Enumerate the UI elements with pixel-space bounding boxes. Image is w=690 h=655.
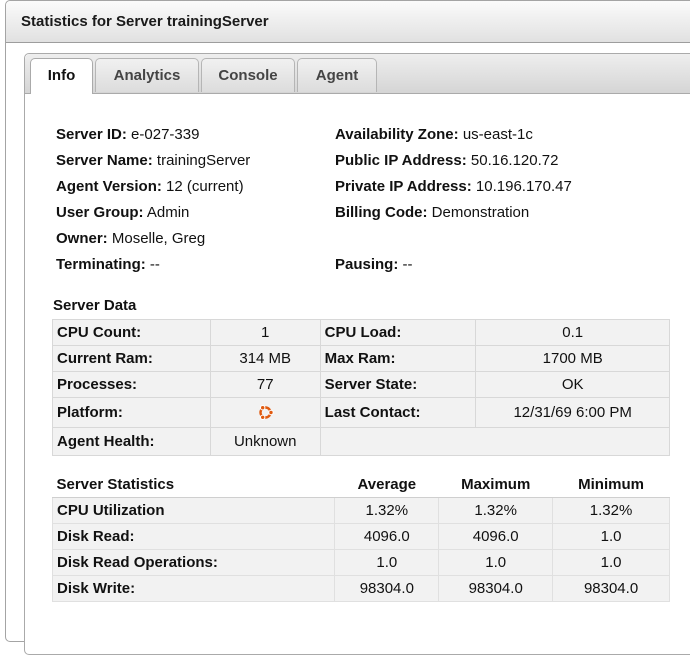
table-row: Disk Read: 4096.0 4096.0 1.0 — [51, 523, 670, 550]
cell-label: Server State: — [319, 371, 477, 398]
user-group-field: User Group: Admin — [56, 204, 190, 221]
stat-minimum: 1.0 — [552, 523, 670, 550]
stat-maximum: 1.32% — [438, 497, 554, 524]
stat-maximum: 1.0 — [438, 549, 554, 576]
table-row: CPU Utilization 1.32% 1.32% 1.32% — [51, 497, 670, 524]
availability-zone-field: Availability Zone: us-east-1c — [335, 126, 533, 143]
pausing-field: Pausing: -- — [335, 256, 413, 273]
stat-average: 98304.0 — [334, 575, 440, 602]
cell-label: CPU Count: — [52, 319, 211, 346]
public-ip-field: Public IP Address: 50.16.120.72 — [335, 152, 559, 169]
table-row: Disk Read Operations: 1.0 1.0 1.0 — [51, 549, 670, 576]
stat-maximum: 4096.0 — [438, 523, 554, 550]
terminating-field: Terminating: -- — [56, 256, 160, 273]
server-data-heading: Server Data — [53, 297, 137, 314]
private-ip-field: Private IP Address: 10.196.170.47 — [335, 178, 572, 195]
cell-label: Agent Health: — [52, 427, 211, 456]
column-header-minimum: Minimum — [552, 472, 670, 498]
cell-label: Last Contact: — [319, 397, 477, 428]
table-row: Current Ram: 314 MB Max Ram: 1700 MB — [52, 345, 670, 372]
cell-value: 314 MB — [209, 345, 321, 372]
table-header-row: Server Statistics Average Maximum Minimu… — [52, 472, 670, 498]
ubuntu-logo-icon — [257, 404, 274, 421]
server-id-field: Server ID: e-027-339 — [56, 126, 200, 143]
server-data-table: CPU Count: 1 CPU Load: 0.1 Current Ram: … — [52, 319, 671, 456]
stat-minimum: 1.32% — [552, 497, 670, 524]
table-row: CPU Count: 1 CPU Load: 0.1 — [52, 319, 670, 346]
cell-value: OK — [475, 371, 670, 398]
cell-label: Max Ram: — [319, 345, 477, 372]
column-header-average: Average — [334, 472, 439, 498]
empty-cell — [319, 427, 671, 456]
stat-average: 4096.0 — [334, 523, 440, 550]
statistics-window: Statistics for Server trainingServer Inf… — [5, 0, 690, 655]
stat-average: 1.32% — [334, 497, 440, 524]
stat-label: CPU Utilization — [51, 497, 336, 524]
server-name-field: Server Name: trainingServer — [56, 152, 251, 169]
cell-value: Unknown — [209, 427, 321, 456]
cell-label: Processes: — [52, 371, 211, 398]
tab-panel: Info Analytics Console Agent Server ID: … — [24, 53, 690, 655]
tab-agent[interactable]: Agent — [297, 58, 377, 92]
platform-cell — [209, 397, 321, 428]
cell-label: CPU Load: — [319, 319, 477, 346]
cell-value: 12/31/69 6:00 PM — [475, 397, 670, 428]
cell-value: 1 — [209, 319, 321, 346]
tab-info[interactable]: Info — [30, 58, 93, 94]
cell-value: 0.1 — [475, 319, 670, 346]
stat-label: Disk Read: — [51, 523, 336, 550]
tab-console[interactable]: Console — [201, 58, 295, 92]
stat-label: Disk Read Operations: — [51, 549, 336, 576]
table-row: Platform: Last Contact: 12/31/69 6:00 PM — [52, 397, 670, 428]
table-row: Disk Write: 98304.0 98304.0 98304.0 — [51, 575, 670, 602]
stat-label: Disk Write: — [51, 575, 336, 602]
window-title: Statistics for Server trainingServer — [21, 13, 269, 30]
table-row: Agent Health: Unknown — [52, 427, 671, 456]
cell-label: Platform: — [52, 397, 211, 428]
cell-value: 1700 MB — [475, 345, 670, 372]
stat-average: 1.0 — [334, 549, 440, 576]
table-row: Processes: 77 Server State: OK — [52, 371, 670, 398]
server-statistics-heading: Server Statistics — [52, 472, 335, 498]
stat-maximum: 98304.0 — [438, 575, 554, 602]
agent-version-field: Agent Version: 12 (current) — [56, 178, 244, 195]
billing-code-field: Billing Code: Demonstration — [335, 204, 530, 221]
owner-field: Owner: Moselle, Greg — [56, 230, 206, 247]
window-titlebar: Statistics for Server trainingServer — [6, 1, 690, 43]
stat-minimum: 98304.0 — [552, 575, 670, 602]
cell-label: Current Ram: — [52, 345, 211, 372]
column-header-maximum: Maximum — [438, 472, 553, 498]
tab-bar: Info Analytics Console Agent — [25, 54, 690, 94]
cell-value: 77 — [209, 371, 321, 398]
server-statistics-table: Server Statistics Average Maximum Minimu… — [51, 472, 670, 602]
tab-analytics[interactable]: Analytics — [95, 58, 199, 92]
stat-minimum: 1.0 — [552, 549, 670, 576]
